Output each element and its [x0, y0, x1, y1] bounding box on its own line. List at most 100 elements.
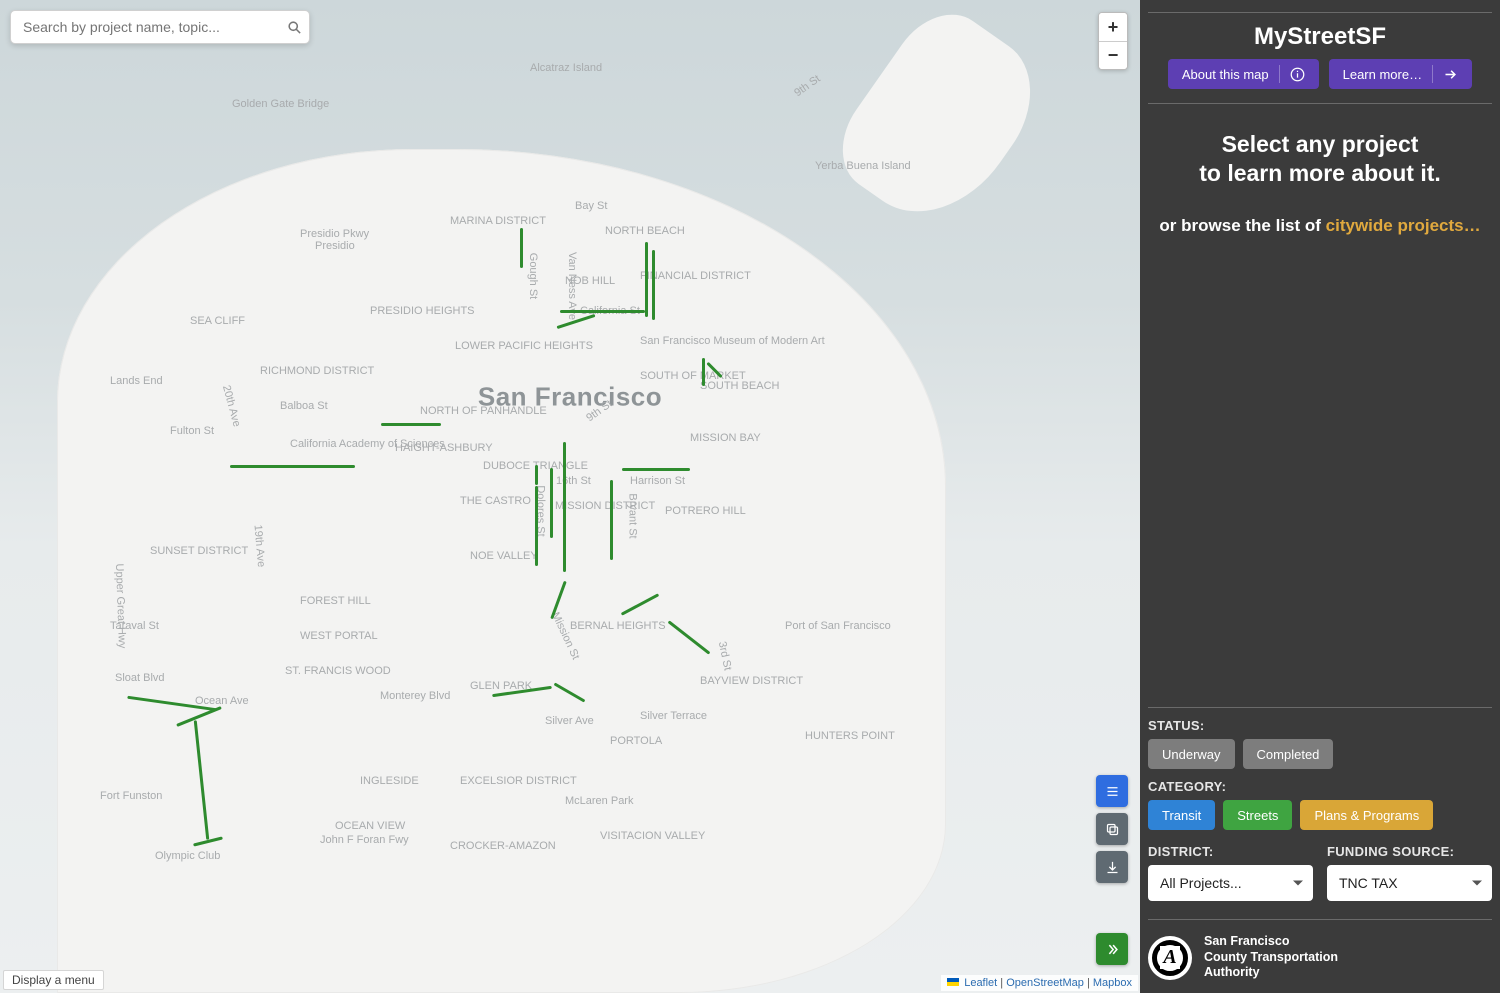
project-line[interactable]: [520, 228, 523, 268]
agency-logo: A: [1148, 936, 1192, 980]
map-label: Presidio: [315, 240, 355, 252]
footer-line1: San Francisco: [1204, 934, 1338, 950]
funding-label: FUNDING SOURCE:: [1327, 844, 1492, 859]
info-icon: [1290, 67, 1305, 82]
leaflet-link[interactable]: Leaflet: [964, 977, 997, 989]
category-chip-transit[interactable]: Transit: [1148, 800, 1215, 830]
map-label: HAIGHT-ASHBURY: [395, 442, 493, 454]
map-label: HUNTERS POINT: [805, 730, 895, 742]
map-label: CROCKER-AMAZON: [450, 840, 556, 852]
chevron-down-icon: [1472, 881, 1482, 886]
map-label: VISITACION VALLEY: [600, 830, 705, 842]
osm-link[interactable]: OpenStreetMap: [1006, 977, 1084, 989]
citywide-projects-link[interactable]: citywide projects…: [1326, 216, 1481, 235]
map-label: Balboa St: [280, 400, 328, 412]
map-label: Alcatraz Island: [530, 62, 602, 74]
map-label: FOREST HILL: [300, 595, 371, 607]
map-label: LOWER PACIFIC HEIGHTS: [455, 340, 593, 352]
map-label: Bryant St: [627, 493, 639, 538]
map-label: BAYVIEW DISTRICT: [700, 675, 803, 687]
project-line[interactable]: [230, 465, 355, 468]
about-button[interactable]: About this map: [1168, 59, 1319, 89]
arrow-right-icon: [1443, 67, 1458, 82]
project-line[interactable]: [622, 468, 690, 471]
project-line[interactable]: [610, 480, 613, 560]
promo-block: Select any project to learn more about i…: [1148, 112, 1492, 242]
district-value: All Projects...: [1160, 875, 1242, 891]
zoom-out-button[interactable]: −: [1099, 41, 1127, 69]
project-line[interactable]: [381, 423, 441, 426]
side-panel: MyStreetSF About this map Learn more… Se…: [1140, 0, 1500, 993]
map-container[interactable]: San Francisco Alcatraz IslandGolden Gate…: [0, 0, 1140, 993]
map-label: Presidio Pkwy: [300, 228, 369, 240]
map-label: MARINA DISTRICT: [450, 215, 546, 227]
map-surface[interactable]: San Francisco Alcatraz IslandGolden Gate…: [0, 0, 1140, 993]
project-line[interactable]: [645, 242, 648, 317]
hero-line1: Select any project: [1222, 131, 1419, 157]
map-label: John F Foran Fwy: [320, 834, 409, 846]
category-chip-streets[interactable]: Streets: [1223, 800, 1292, 830]
district-label: DISTRICT:: [1148, 844, 1313, 859]
learn-more-button[interactable]: Learn more…: [1329, 59, 1472, 89]
map-label: Port of San Francisco: [785, 620, 891, 632]
map-label: Fort Funston: [100, 790, 162, 802]
map-label: PRESIDIO HEIGHTS: [370, 305, 475, 317]
project-line[interactable]: [560, 310, 645, 313]
project-line[interactable]: [652, 250, 655, 320]
map-landmass: [57, 149, 946, 993]
zoom-in-button[interactable]: +: [1099, 13, 1127, 41]
map-label: FINANCIAL DISTRICT: [640, 270, 751, 282]
map-label: PORTOLA: [610, 735, 662, 747]
search-input[interactable]: [11, 19, 279, 35]
map-label: MISSION BAY: [690, 432, 761, 444]
download-button[interactable]: [1096, 851, 1128, 883]
project-line[interactable]: [563, 442, 566, 572]
status-chip-underway[interactable]: Underway: [1148, 739, 1235, 769]
copy-button[interactable]: [1096, 813, 1128, 845]
search-box[interactable]: [10, 10, 310, 44]
panel-collapse-button[interactable]: [1096, 933, 1128, 965]
chevron-down-icon: [1293, 881, 1303, 886]
category-label: CATEGORY:: [1148, 779, 1492, 794]
map-label: Lands End: [110, 375, 163, 387]
learn-label: Learn more…: [1343, 67, 1422, 82]
flag-icon: [947, 978, 959, 986]
map-label: BERNAL HEIGHTS: [570, 620, 666, 632]
layers-button[interactable]: [1096, 775, 1128, 807]
map-label: MISSION DISTRICT: [555, 500, 655, 512]
map-label: Gough St: [527, 253, 539, 299]
side-tool-strip: [1096, 775, 1128, 883]
funding-select[interactable]: TNC TAX: [1327, 865, 1492, 901]
map-label: Ocean Ave: [195, 695, 249, 707]
map-label: Silver Terrace: [640, 710, 707, 722]
map-attribution: Leaflet | OpenStreetMap | Mapbox: [941, 975, 1138, 991]
footer-line2: County Transportation: [1204, 950, 1338, 966]
map-label: Yerba Buena Island: [815, 160, 911, 172]
map-label: POTRERO HILL: [665, 505, 746, 517]
map-label: Fulton St: [170, 425, 214, 437]
search-icon[interactable]: [279, 20, 309, 35]
project-line[interactable]: [535, 465, 538, 485]
panel-footer: A San Francisco County Transportation Au…: [1148, 934, 1492, 981]
filter-block: STATUS: Underway Completed CATEGORY: Tran…: [1148, 703, 1492, 981]
mapbox-link[interactable]: Mapbox: [1093, 977, 1132, 989]
status-chip-completed[interactable]: Completed: [1243, 739, 1334, 769]
map-label: SEA CLIFF: [190, 315, 245, 327]
category-chip-plans-programs[interactable]: Plans & Programs: [1300, 800, 1433, 830]
map-label: Monterey Blvd: [380, 690, 450, 702]
project-line[interactable]: [535, 486, 538, 566]
map-label: NORTH BEACH: [605, 225, 685, 237]
map-label: OCEAN VIEW: [335, 820, 405, 832]
map-label: Golden Gate Bridge: [232, 98, 329, 110]
map-label: ST. FRANCIS WOOD: [285, 665, 391, 677]
app-title: MyStreetSF: [1148, 23, 1492, 51]
about-label: About this map: [1182, 67, 1269, 82]
map-label: 16th St: [556, 475, 591, 487]
map-label: Sloat Blvd: [115, 672, 165, 684]
funding-value: TNC TAX: [1339, 875, 1398, 891]
status-label: STATUS:: [1148, 718, 1492, 733]
project-line[interactable]: [702, 358, 705, 386]
project-line[interactable]: [550, 468, 553, 538]
map-label: WEST PORTAL: [300, 630, 378, 642]
district-select[interactable]: All Projects...: [1148, 865, 1313, 901]
